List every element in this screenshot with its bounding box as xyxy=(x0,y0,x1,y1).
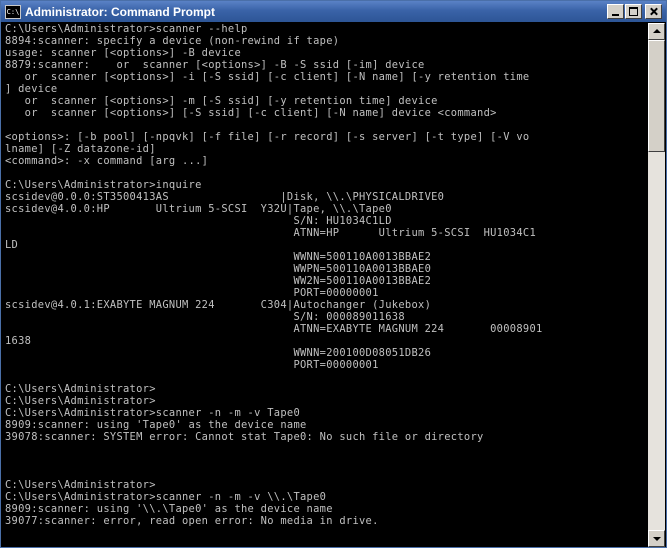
console-line: S/N: HU1034C1LD xyxy=(5,215,392,227)
console-text: C:\Users\Administrator>scanner --help 88… xyxy=(3,23,645,527)
console-line: C:\Users\Administrator> xyxy=(5,479,156,491)
title-bar[interactable]: C:\ Administrator: Command Prompt xyxy=(1,1,666,22)
console-line: C:\Users\Administrator> xyxy=(5,395,156,407)
minimize-icon[interactable] xyxy=(607,4,624,19)
console-line: 8879:scanner: or scanner [<options>] -B … xyxy=(5,59,425,71)
console-line: C:\Users\Administrator>inquire xyxy=(5,179,202,191)
console-line: 8909:scanner: using 'Tape0' as the devic… xyxy=(5,419,307,431)
scroll-up-arrow-icon[interactable] xyxy=(648,23,665,40)
console-line: C:\Users\Administrator>scanner -n -m -v … xyxy=(5,491,327,503)
console-line: scsidev@0.0.0:ST3500413AS |Disk, \\.\PHY… xyxy=(5,191,445,203)
console-line: S/N: 000089011638 xyxy=(5,311,405,323)
console-line: ] device xyxy=(5,83,58,95)
console-line: WWNN=200100D08051DB26 xyxy=(5,347,432,359)
vertical-scrollbar[interactable] xyxy=(648,23,665,547)
command-prompt-window: C:\ Administrator: Command Prompt C:\Use… xyxy=(0,0,667,548)
console-line: 39078:scanner: SYSTEM error: Cannot stat… xyxy=(5,431,484,443)
console-line: 8894:scanner: specify a device (non-rewi… xyxy=(5,35,340,47)
window-title: Administrator: Command Prompt xyxy=(25,4,216,19)
console-line: WWPN=500110A0013BBAE0 xyxy=(5,263,432,275)
console-line: C:\Users\Administrator>scanner --help xyxy=(5,23,248,35)
console-line: C:\Users\Administrator>scanner -n -m -v … xyxy=(5,407,301,419)
console-line: 8909:scanner: using '\\.\Tape0' as the d… xyxy=(5,503,333,515)
console-line: PORT=00000001 xyxy=(5,287,379,299)
console-line: WW2N=500110A0013BBAE2 xyxy=(5,275,432,287)
console-line: 39077:scanner: error, read open error: N… xyxy=(5,515,379,527)
console-line: LD xyxy=(5,239,19,251)
console-line: or scanner [<options>] -i [-S ssid] [-c … xyxy=(5,71,530,83)
console-line: <command>: -x command [arg ...] xyxy=(5,155,209,167)
maximize-icon[interactable] xyxy=(625,4,642,19)
console-line: C:\Users\Administrator> xyxy=(5,383,156,395)
console-line: scsidev@4.0.1:EXABYTE MAGNUM 224 C304|Au… xyxy=(5,299,432,311)
console-line: usage: scanner [<options>] -B device xyxy=(5,47,242,59)
console-line: PORT=00000001 xyxy=(5,359,379,371)
command-prompt-icon: C:\ xyxy=(5,4,21,19)
close-icon[interactable] xyxy=(645,4,662,19)
console-line: ATNN=EXABYTE MAGNUM 224 00008901 xyxy=(5,323,543,335)
console-line: <options>: [-b pool] [-npqvk] [-f file] … xyxy=(5,131,530,143)
console-line: WWNN=500110A0013BBAE2 xyxy=(5,251,432,263)
window-controls xyxy=(607,4,662,19)
console-output[interactable]: C:\Users\Administrator>scanner --help 88… xyxy=(3,23,645,547)
console-line: 1638 xyxy=(5,335,32,347)
scroll-down-arrow-icon[interactable] xyxy=(648,530,665,547)
console-line: or scanner [<options>] [-S ssid] [-c cli… xyxy=(5,107,497,119)
console-line: or scanner [<options>] -m [-S ssid] [-y … xyxy=(5,95,438,107)
scroll-thumb[interactable] xyxy=(648,40,665,152)
console-line: ATNN=HP Ultrium 5-SCSI HU1034C1 xyxy=(5,227,537,239)
console-line: lname] [-Z datazone-id] xyxy=(5,143,156,155)
console-line: scsidev@4.0.0:HP Ultrium 5-SCSI Y32U|Tap… xyxy=(5,203,392,215)
